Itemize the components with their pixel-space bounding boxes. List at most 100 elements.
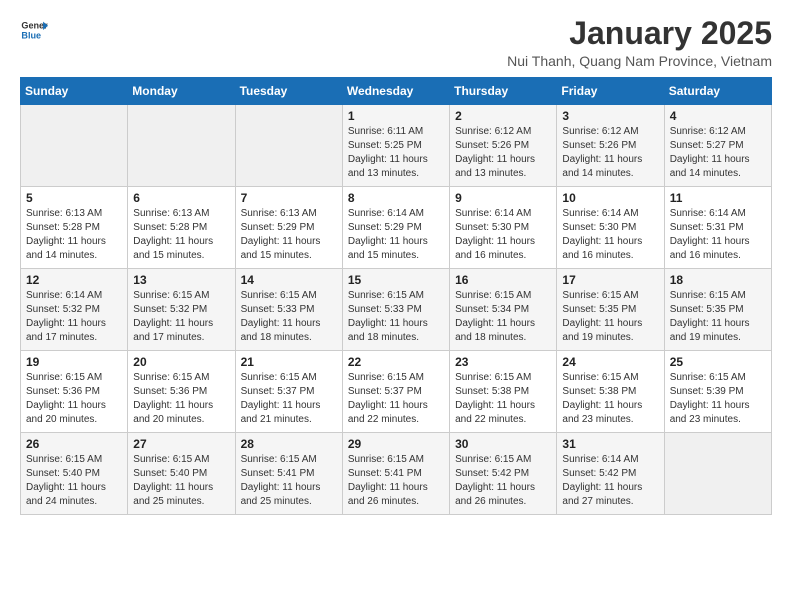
weekday-header-monday: Monday [128,78,235,105]
calendar-cell: 24 Sunrise: 6:15 AM Sunset: 5:38 PM Dayli… [557,351,664,433]
day-info: Sunrise: 6:15 AM Sunset: 5:35 PM Dayligh… [562,289,658,345]
calendar-cell: 19 Sunrise: 6:15 AM Sunset: 5:36 PM Dayli… [21,351,128,433]
day-number: 28 [241,437,337,451]
day-number: 2 [455,109,551,123]
calendar-cell: 2Sunrise: 6:12 AM Sunset: 5:26 PM Daylig… [450,105,557,187]
calendar-week-row: 19 Sunrise: 6:15 AM Sunset: 5:36 PM Dayli… [21,351,772,433]
calendar-week-row: 26 Sunrise: 6:15 AM Sunset: 5:40 PM Dayli… [21,433,772,515]
day-info: Sunrise: 6:13 AM Sunset: 5:28 PM Dayligh… [26,207,122,263]
day-info: Sunrise: 6:13 AM Sunset: 5:28 PM Dayligh… [133,207,229,263]
calendar-cell: 1 Sunrise: 6:11 AM Sunset: 5:25 PM Daylig… [342,105,449,187]
day-info: Sunrise: 6:15 AM Sunset: 5:38 PM Dayligh… [455,371,551,427]
day-info: Sunrise: 6:14 AM Sunset: 5:30 PM Dayligh… [562,207,658,263]
calendar-cell: 5Sunrise: 6:13 AM Sunset: 5:28 PM Daylig… [21,187,128,269]
day-info: Sunrise: 6:14 AM Sunset: 5:30 PM Dayligh… [455,207,551,263]
day-info: Sunrise: 6:13 AM Sunset: 5:29 PM Dayligh… [241,207,337,263]
day-number: 6 [133,191,229,205]
calendar-cell: 11 Sunrise: 6:14 AM Sunset: 5:31 PM Dayli… [664,187,771,269]
day-number: 30 [455,437,551,451]
weekday-header-wednesday: Wednesday [342,78,449,105]
calendar-week-row: 1 Sunrise: 6:11 AM Sunset: 5:25 PM Daylig… [21,105,772,187]
day-number: 20 [133,355,229,369]
day-number: 10 [562,191,658,205]
day-number: 21 [241,355,337,369]
day-number: 9 [455,191,551,205]
calendar-cell: 12 Sunrise: 6:14 AM Sunset: 5:32 PM Dayli… [21,269,128,351]
calendar-cell [21,105,128,187]
day-info: Sunrise: 6:12 AM Sunset: 5:27 PM Dayligh… [670,125,766,181]
day-info: Sunrise: 6:15 AM Sunset: 5:37 PM Dayligh… [241,371,337,427]
page-header: General Blue January 2025 Nui Thanh, Qua… [20,16,772,69]
day-info: Sunrise: 6:11 AM Sunset: 5:25 PM Dayligh… [348,125,444,181]
calendar-cell: 16 Sunrise: 6:15 AM Sunset: 5:34 PM Dayli… [450,269,557,351]
calendar-cell: 3 Sunrise: 6:12 AM Sunset: 5:26 PM Daylig… [557,105,664,187]
day-number: 3 [562,109,658,123]
weekday-header-tuesday: Tuesday [235,78,342,105]
day-info: Sunrise: 6:15 AM Sunset: 5:42 PM Dayligh… [455,453,551,509]
calendar-cell: 7 Sunrise: 6:13 AM Sunset: 5:29 PM Daylig… [235,187,342,269]
calendar-cell: 14 Sunrise: 6:15 AM Sunset: 5:33 PM Dayli… [235,269,342,351]
calendar-cell: 22 Sunrise: 6:15 AM Sunset: 5:37 PM Dayli… [342,351,449,433]
day-number: 18 [670,273,766,287]
calendar-table: SundayMondayTuesdayWednesdayThursdayFrid… [20,77,772,515]
calendar-cell: 17 Sunrise: 6:15 AM Sunset: 5:35 PM Dayli… [557,269,664,351]
calendar-cell: 21 Sunrise: 6:15 AM Sunset: 5:37 PM Dayli… [235,351,342,433]
day-number: 4 [670,109,766,123]
calendar-cell: 26Sunrise: 6:15 AM Sunset: 5:40 PM Dayli… [21,433,128,515]
day-info: Sunrise: 6:15 AM Sunset: 5:37 PM Dayligh… [348,371,444,427]
day-number: 23 [455,355,551,369]
calendar-cell: 9 Sunrise: 6:14 AM Sunset: 5:30 PM Daylig… [450,187,557,269]
month-title: January 2025 [507,16,772,51]
calendar-cell: 30 Sunrise: 6:15 AM Sunset: 5:42 PM Dayli… [450,433,557,515]
calendar-cell: 13 Sunrise: 6:15 AM Sunset: 5:32 PM Dayli… [128,269,235,351]
day-info: Sunrise: 6:15 AM Sunset: 5:33 PM Dayligh… [241,289,337,345]
calendar-cell: 25 Sunrise: 6:15 AM Sunset: 5:39 PM Dayli… [664,351,771,433]
logo-icon: General Blue [20,16,48,44]
calendar-cell: 28Sunrise: 6:15 AM Sunset: 5:41 PM Dayli… [235,433,342,515]
title-area: January 2025 Nui Thanh, Quang Nam Provin… [507,16,772,69]
day-info: Sunrise: 6:15 AM Sunset: 5:32 PM Dayligh… [133,289,229,345]
day-number: 25 [670,355,766,369]
day-number: 1 [348,109,444,123]
day-number: 16 [455,273,551,287]
weekday-header-saturday: Saturday [664,78,771,105]
day-number: 31 [562,437,658,451]
weekday-header-thursday: Thursday [450,78,557,105]
calendar-cell: 18 Sunrise: 6:15 AM Sunset: 5:35 PM Dayli… [664,269,771,351]
day-number: 15 [348,273,444,287]
day-number: 11 [670,191,766,205]
day-number: 19 [26,355,122,369]
day-info: Sunrise: 6:15 AM Sunset: 5:36 PM Dayligh… [26,371,122,427]
calendar-cell: 20 Sunrise: 6:15 AM Sunset: 5:36 PM Dayli… [128,351,235,433]
day-info: Sunrise: 6:15 AM Sunset: 5:36 PM Dayligh… [133,371,229,427]
day-info: Sunrise: 6:12 AM Sunset: 5:26 PM Dayligh… [562,125,658,181]
day-info: Sunrise: 6:14 AM Sunset: 5:29 PM Dayligh… [348,207,444,263]
day-number: 14 [241,273,337,287]
day-info: Sunrise: 6:15 AM Sunset: 5:41 PM Dayligh… [348,453,444,509]
calendar-cell: 31Sunrise: 6:14 AM Sunset: 5:42 PM Dayli… [557,433,664,515]
calendar-cell: 4 Sunrise: 6:12 AM Sunset: 5:27 PM Daylig… [664,105,771,187]
day-info: Sunrise: 6:15 AM Sunset: 5:39 PM Dayligh… [670,371,766,427]
day-info: Sunrise: 6:14 AM Sunset: 5:32 PM Dayligh… [26,289,122,345]
day-info: Sunrise: 6:15 AM Sunset: 5:34 PM Dayligh… [455,289,551,345]
day-number: 12 [26,273,122,287]
calendar-cell [128,105,235,187]
day-info: Sunrise: 6:15 AM Sunset: 5:35 PM Dayligh… [670,289,766,345]
day-number: 24 [562,355,658,369]
svg-text:Blue: Blue [21,30,41,40]
day-info: Sunrise: 6:14 AM Sunset: 5:31 PM Dayligh… [670,207,766,263]
day-info: Sunrise: 6:15 AM Sunset: 5:38 PM Dayligh… [562,371,658,427]
calendar-cell: 15Sunrise: 6:15 AM Sunset: 5:33 PM Dayli… [342,269,449,351]
day-number: 27 [133,437,229,451]
calendar-cell: 8 Sunrise: 6:14 AM Sunset: 5:29 PM Daylig… [342,187,449,269]
day-number: 7 [241,191,337,205]
calendar-cell: 10 Sunrise: 6:14 AM Sunset: 5:30 PM Dayli… [557,187,664,269]
calendar-week-row: 12 Sunrise: 6:14 AM Sunset: 5:32 PM Dayli… [21,269,772,351]
day-number: 17 [562,273,658,287]
day-number: 26 [26,437,122,451]
day-number: 22 [348,355,444,369]
day-number: 8 [348,191,444,205]
day-number: 29 [348,437,444,451]
day-info: Sunrise: 6:15 AM Sunset: 5:40 PM Dayligh… [133,453,229,509]
day-number: 13 [133,273,229,287]
